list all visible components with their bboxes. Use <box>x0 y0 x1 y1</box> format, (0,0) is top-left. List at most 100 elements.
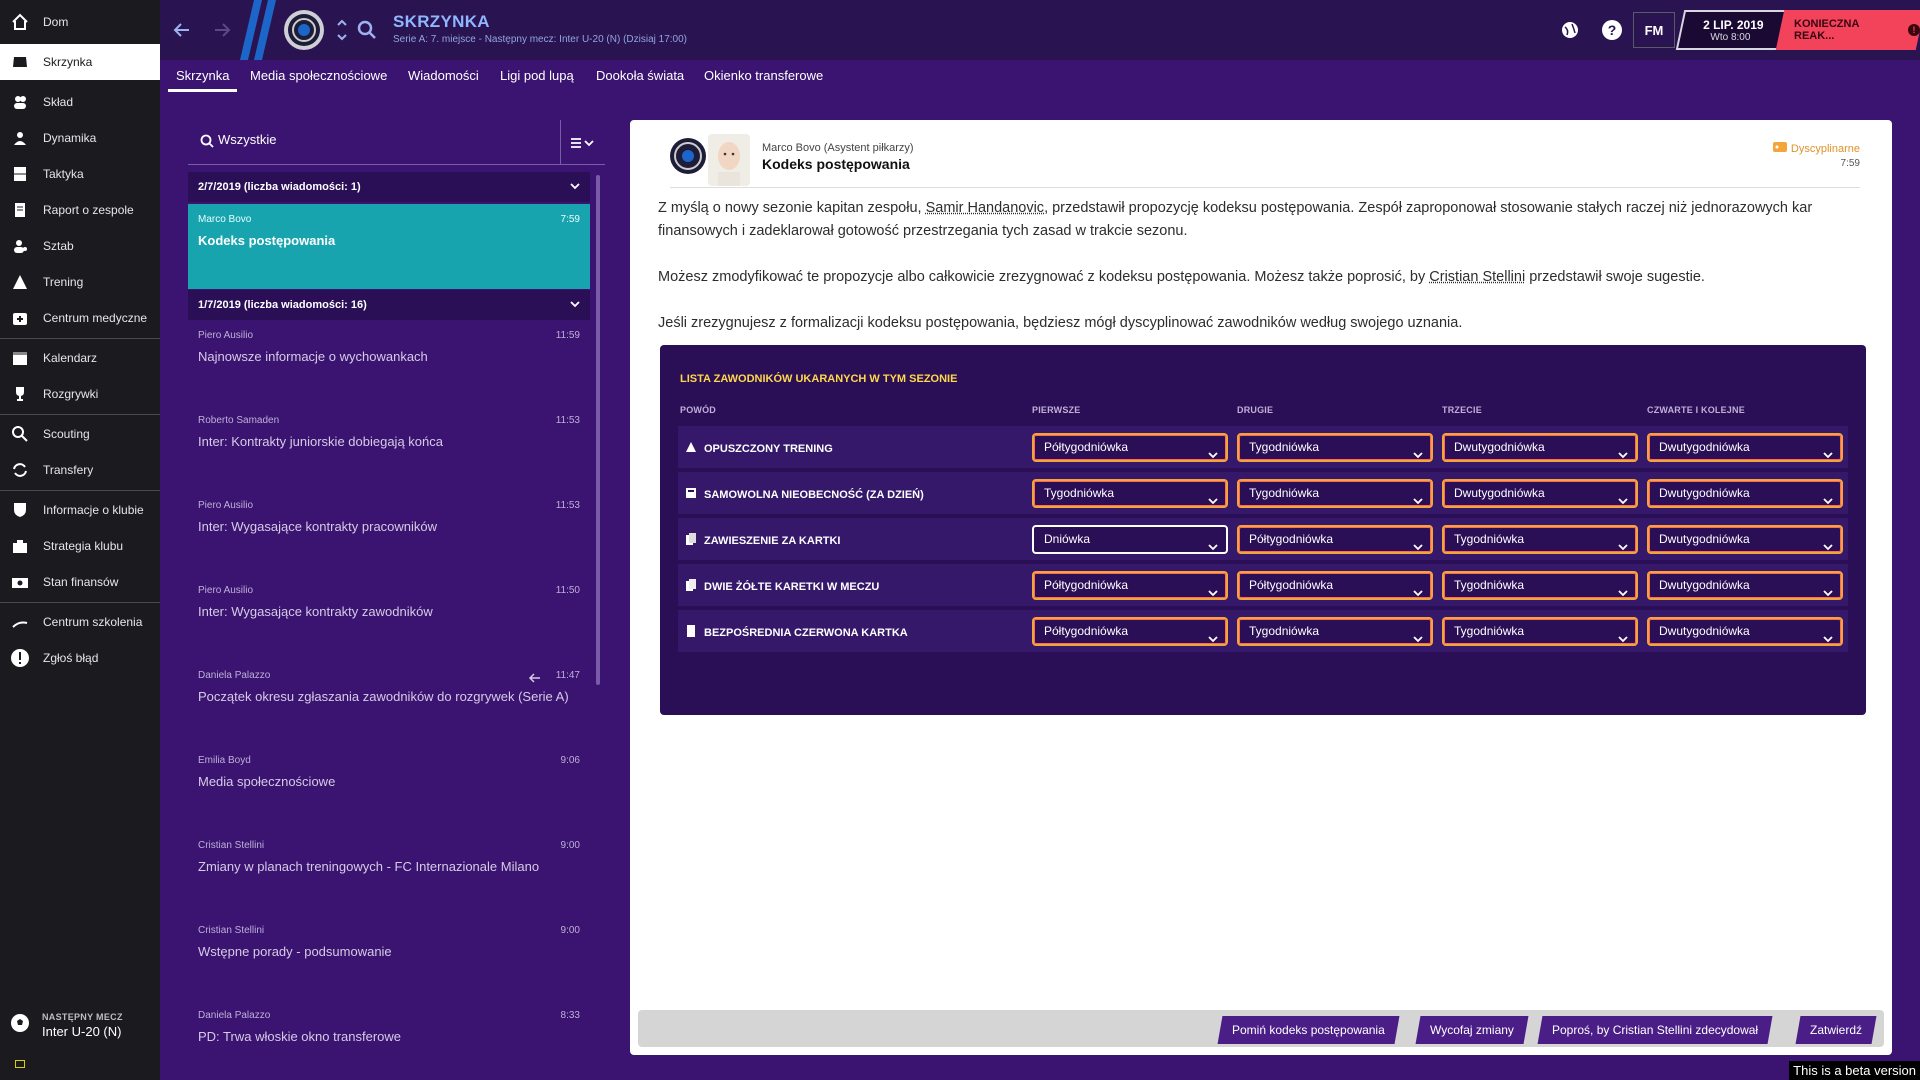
sidebar-item-dynamics[interactable]: Dynamika <box>0 120 160 156</box>
fine-select[interactable]: Dniówka <box>1032 525 1228 554</box>
home-icon <box>10 12 30 32</box>
list-item[interactable]: Cristian Stellini 9:00 Wstępne porady - … <box>188 915 590 1000</box>
fine-select[interactable]: Półtygodniówka <box>1032 617 1228 646</box>
sidebar-item-youth-centre[interactable]: Centrum szkolenia <box>0 604 160 640</box>
list-item[interactable]: Daniela Palazzo 8:33 PD: Trwa włoskie ok… <box>188 1000 590 1080</box>
message-group-header[interactable]: 1/7/2019 (liczba wiadomości: 16) <box>188 290 590 320</box>
fine-select[interactable]: Tygodniówka <box>1237 479 1433 508</box>
tab-around-world[interactable]: Dookoła świata <box>588 60 692 92</box>
club-badge-icon[interactable] <box>284 10 324 50</box>
fine-select[interactable]: Półtygodniówka <box>1237 525 1433 554</box>
list-item[interactable]: Emilia Boyd 9:06 Media społecznościowe <box>188 745 590 830</box>
skip-code-button[interactable]: Pomiń kodeks postępowania <box>1217 1016 1400 1044</box>
player-link[interactable]: Samir Handanovic <box>926 200 1044 216</box>
forward-arrow-icon[interactable] <box>206 14 238 46</box>
fine-select[interactable]: Półtygodniówka <box>1032 433 1228 462</box>
message-time: 11:50 <box>555 585 580 596</box>
help-button[interactable]: ? <box>1596 14 1628 46</box>
list-item[interactable]: Piero Ausilio 11:53 Inter: Wygasające ko… <box>188 490 590 575</box>
tab-news[interactable]: Wiadomości <box>400 60 487 92</box>
fm-menu-button[interactable]: FM <box>1633 12 1675 48</box>
fine-select[interactable]: Dwutygodniówka <box>1647 617 1843 646</box>
message-subject: Media społecznościowe <box>198 774 336 789</box>
date-display[interactable]: 2 LIP. 2019 Wto 8:00 <box>1675 10 1790 50</box>
list-scrollbar[interactable] <box>596 175 600 685</box>
fine-select[interactable]: Tygodniówka <box>1032 479 1228 508</box>
fine-select[interactable]: Tygodniówka <box>1237 433 1433 462</box>
chevron-down-icon <box>1823 535 1833 560</box>
discipline-reason: BEZPOŚREDNIA CZERWONA KARTKA <box>684 624 908 641</box>
staff-link[interactable]: Cristian Stellini <box>1429 269 1525 285</box>
filter-input[interactable]: Wszystkie <box>218 132 277 147</box>
sidebar-item-team-report[interactable]: Raport o zespole <box>0 192 160 228</box>
group-header-label: 2/7/2019 (liczba wiadomości: 1) <box>198 181 361 193</box>
message-sender[interactable]: Marco Bovo (Asystent piłkarzy) <box>762 142 914 154</box>
sidebar-item-squad[interactable]: Skład <box>0 84 160 120</box>
sidebar-item-report-bug[interactable]: Zgłoś błąd <box>0 640 160 676</box>
ask-assistant-button[interactable]: Poproś, by Cristian Stellini zdecydował <box>1537 1016 1773 1044</box>
list-item[interactable]: Roberto Samaden 11:53 Inter: Kontrakty j… <box>188 405 590 490</box>
club-stripes <box>240 0 276 60</box>
fine-select[interactable]: Dwutygodniówka <box>1647 571 1843 600</box>
tab-social-media[interactable]: Media społecznościowe <box>242 60 395 92</box>
fine-select[interactable]: Tygodniówka <box>1442 571 1638 600</box>
sidebar-item-medical[interactable]: Centrum medyczne <box>0 300 160 336</box>
fine-select[interactable]: Półtygodniówka <box>1032 571 1228 600</box>
sidebar-item-staff[interactable]: Sztab <box>0 228 160 264</box>
medical-icon <box>10 308 30 328</box>
sidebar-item-tactics[interactable]: Taktyka <box>0 156 160 192</box>
club-switch-arrows-icon[interactable] <box>332 14 352 46</box>
fine-select[interactable]: Półtygodniówka <box>1237 571 1433 600</box>
column-header: DRUGIE <box>1237 405 1274 415</box>
confirm-button[interactable]: Zatwierdź <box>1795 1016 1877 1044</box>
sidebar-item-calendar[interactable]: Kalendarz <box>0 340 160 376</box>
fine-select[interactable]: Dwutygodniówka <box>1647 479 1843 508</box>
fine-select[interactable]: Tygodniówka <box>1442 617 1638 646</box>
sidebar-item-club-info[interactable]: Informacje o klubie <box>0 492 160 528</box>
message-group-header[interactable]: 2/7/2019 (liczba wiadomości: 1) <box>188 172 590 202</box>
fine-select[interactable]: Dwutygodniówka <box>1442 433 1638 462</box>
fine-select[interactable]: Dwutygodniówka <box>1442 479 1638 508</box>
button-label: Zatwierdź <box>1810 1023 1863 1037</box>
select-value: Dwutygodniówka <box>1454 486 1545 500</box>
search-icon[interactable] <box>355 14 379 46</box>
list-item[interactable]: Cristian Stellini 9:00 Zmiany w planach … <box>188 830 590 915</box>
sidebar-item-competitions[interactable]: Rozgrywki <box>0 376 160 412</box>
message-time: 11:53 <box>555 415 580 426</box>
fine-select[interactable]: Dwutygodniówka <box>1647 433 1843 462</box>
back-arrow-icon[interactable] <box>166 14 198 46</box>
list-item[interactable]: Piero Ausilio 11:50 Inter: Wygasające ko… <box>188 575 590 660</box>
tab-transfer-window[interactable]: Okienko transferowe <box>696 60 831 92</box>
message-paragraph: Możesz zmodyfikować te propozycje albo c… <box>658 266 1868 289</box>
tab-league-focus[interactable]: Ligi pod lupą <box>492 60 582 92</box>
sidebar-item-finances[interactable]: Stan finansów <box>0 564 160 600</box>
sidebar-item-home[interactable]: Dom <box>0 4 160 40</box>
message-subject: Najnowsze informacje o wychowankach <box>198 349 428 364</box>
fine-select[interactable]: Dwutygodniówka <box>1647 525 1843 554</box>
continue-button[interactable]: KONIECZNA REAK... ! <box>1775 10 1920 50</box>
avatar[interactable] <box>708 134 750 186</box>
sidebar-item-training[interactable]: Trening <box>0 264 160 300</box>
message-time: 11:59 <box>555 330 580 341</box>
tab-inbox[interactable]: Skrzynka <box>168 60 238 92</box>
message-sender: Emilia Boyd <box>198 755 251 766</box>
fine-select[interactable]: Tygodniówka <box>1442 525 1638 554</box>
list-item[interactable]: Piero Ausilio 11:59 Najnowsze informacje… <box>188 320 590 405</box>
select-value: Półtygodniówka <box>1249 532 1334 546</box>
chevron-down-icon <box>1413 489 1423 514</box>
sidebar-item-club-strategy[interactable]: Strategia klubu <box>0 528 160 564</box>
fine-select[interactable]: Tygodniówka <box>1237 617 1433 646</box>
filter-menu-button[interactable] <box>560 120 605 165</box>
sidebar-item-transfers[interactable]: Transfery <box>0 452 160 488</box>
globe-icon[interactable] <box>1554 14 1586 46</box>
staff-icon <box>10 236 30 256</box>
page-subtitle[interactable]: Serie A: 7. miejsce - Następny mecz: Int… <box>393 34 687 45</box>
sidebar-item-inbox[interactable]: Skrzynka <box>0 44 160 80</box>
list-item[interactable]: Daniela Palazzo 11:47 Początek okresu zg… <box>188 660 590 745</box>
sidebar-item-scouting[interactable]: Scouting <box>0 416 160 452</box>
select-value: Dwutygodniówka <box>1659 578 1750 592</box>
list-item[interactable]: Marco Bovo 7:59 Kodeks postępowania <box>188 204 590 289</box>
next-match[interactable]: NASTĘPNY MECZ Inter U-20 (N) <box>0 1005 160 1045</box>
message-sender: Piero Ausilio <box>198 585 254 596</box>
undo-changes-button[interactable]: Wycofaj zmiany <box>1415 1016 1529 1044</box>
